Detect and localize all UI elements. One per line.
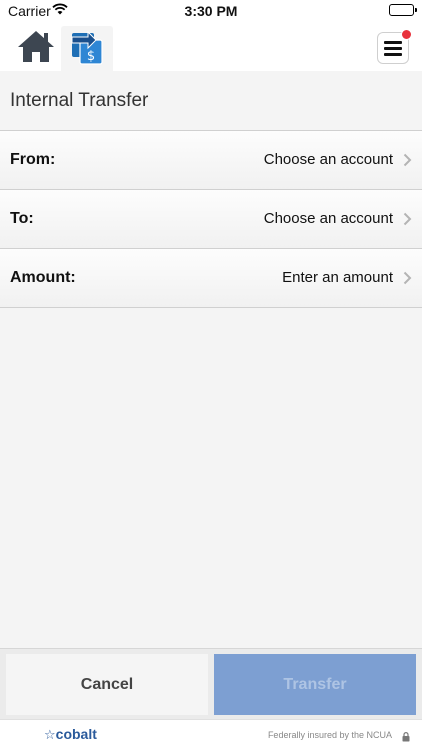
chevron-right-icon [403,153,412,172]
cobalt-logo: ☆cobalt [44,726,97,742]
from-value: Choose an account [263,151,393,168]
status-bar: Carrier 3:30 PM [0,0,422,22]
top-nav: $ [0,22,422,71]
tab-home[interactable] [10,26,62,71]
tab-transfer[interactable]: $ [61,26,113,71]
amount-label: Amount: [10,269,76,286]
ncua-notice: Federally insured by the NCUA [267,730,392,740]
amount-value: Enter an amount [282,269,393,286]
from-label: From: [10,151,56,168]
page-title: Internal Transfer [0,71,422,131]
svg-text:$: $ [87,49,95,64]
action-bar: Cancel Transfer [0,648,422,719]
status-time: 3:30 PM [184,3,238,19]
hamburger-menu-icon [384,38,402,59]
to-value: Choose an account [263,210,393,227]
lock-icon [402,729,410,747]
cancel-button[interactable]: Cancel [6,654,208,715]
chevron-right-icon [403,271,412,290]
transfer-button[interactable]: Transfer [214,654,416,715]
home-icon [17,29,55,68]
chevron-right-icon [403,212,412,231]
amount-row[interactable]: Amount: Enter an amount [0,249,422,308]
to-label: To: [10,210,34,227]
from-row[interactable]: From: Choose an account [0,131,422,190]
menu-button[interactable] [377,29,412,64]
transfer-icon: $ [70,27,104,70]
to-row[interactable]: To: Choose an account [0,190,422,249]
notification-badge [401,29,412,40]
footer: ☆cobalt Federally insured by the NCUA [0,719,422,750]
battery-icon [389,4,417,16]
